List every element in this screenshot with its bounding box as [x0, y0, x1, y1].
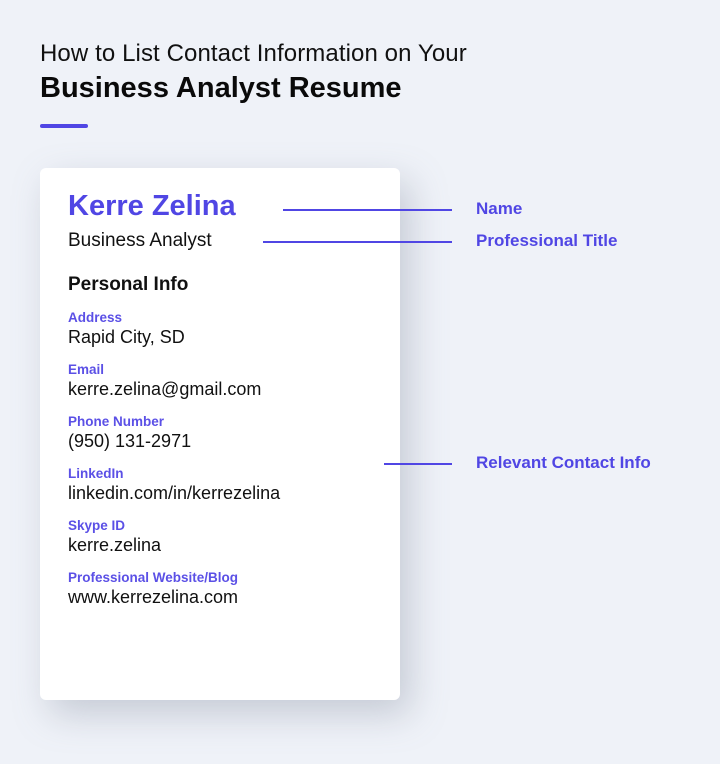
- field-label: Email: [68, 362, 105, 377]
- resume-name: Kerre Zelina: [68, 190, 236, 222]
- field-value: kerre.zelina: [68, 535, 162, 555]
- field-value: kerre.zelina@gmail.com: [68, 379, 262, 399]
- field-value: Rapid City, SD: [68, 327, 185, 347]
- field-skype: Skype ID kerre.zelina: [68, 518, 161, 556]
- field-value: www.kerrezelina.com: [68, 587, 239, 607]
- field-email: Email kerre.zelina@gmail.com: [68, 362, 261, 400]
- field-phone: Phone Number (950) 131-2971: [68, 414, 191, 452]
- field-linkedin: LinkedIn linkedin.com/in/kerrezelina: [68, 466, 280, 504]
- field-label: Address: [68, 310, 123, 325]
- field-label: Professional Website/Blog: [68, 570, 239, 585]
- connector-line-contact: [384, 463, 452, 465]
- connector-line-title: [263, 241, 452, 243]
- annotation-professional-title: Professional Title: [476, 231, 618, 250]
- connector-line-name: [283, 209, 452, 211]
- field-website: Professional Website/Blog www.kerrezelin…: [68, 570, 238, 608]
- field-label: Skype ID: [68, 518, 126, 533]
- heading-title: Business Analyst Resume: [40, 72, 402, 104]
- field-label: Phone Number: [68, 414, 165, 429]
- field-address: Address Rapid City, SD: [68, 310, 185, 348]
- personal-info-heading: Personal Info: [68, 274, 189, 295]
- heading-subtitle: How to List Contact Information on Your: [40, 40, 467, 67]
- field-value: (950) 131-2971: [68, 431, 192, 451]
- annotation-name: Name: [476, 199, 523, 218]
- annotation-contact-info: Relevant Contact Info: [476, 453, 651, 472]
- field-label: LinkedIn: [68, 466, 124, 481]
- resume-professional-title: Business Analyst: [68, 230, 212, 251]
- field-value: linkedin.com/in/kerrezelina: [68, 483, 281, 503]
- heading-underline-accent: [40, 124, 88, 128]
- resume-card: Kerre Zelina Business Analyst Personal I…: [40, 168, 400, 700]
